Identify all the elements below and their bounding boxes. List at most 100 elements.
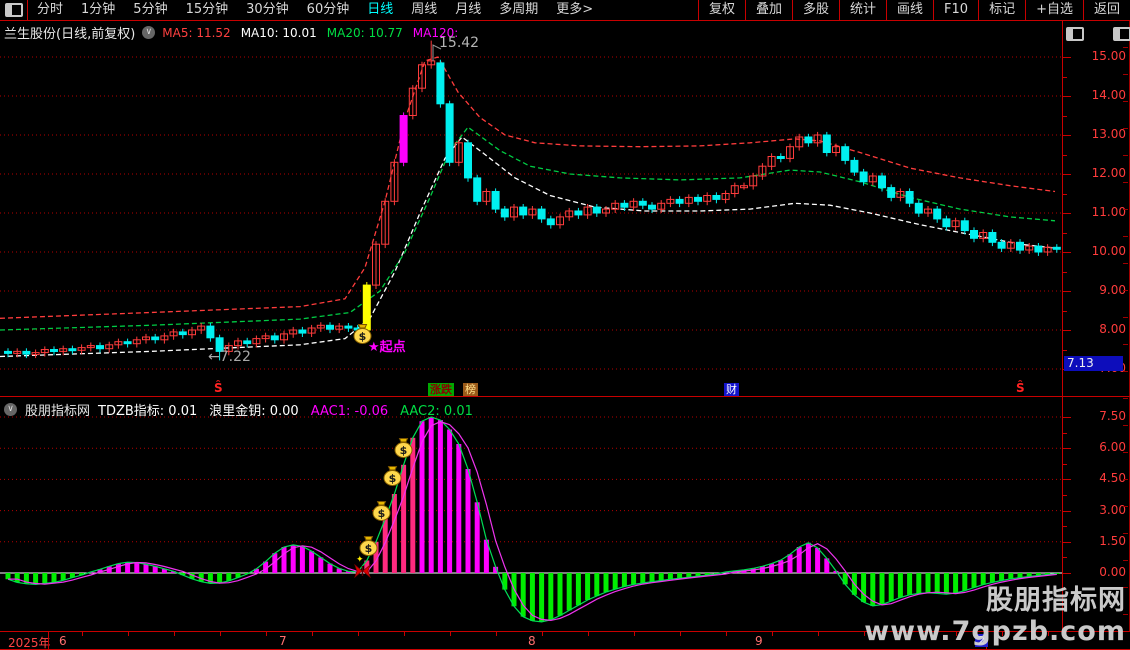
axis-tick [1063,135,1071,136]
trading-app-window: 分时1分钟5分钟15分钟30分钟60分钟日线周线月线多周期更多> 复权叠加多股统… [0,0,1130,650]
month-label: 7 [279,634,287,648]
tool-item-3[interactable]: 统计 [839,0,886,20]
watermark-line1: 股朋指标网 [864,585,1126,616]
period-item-8[interactable]: 月线 [446,0,490,20]
tool-menu: 复权叠加多股统计画线F10标记+自选返回 [698,0,1130,20]
axis-tick [1063,448,1071,449]
axis-tick [1063,57,1071,58]
period-menu: 分时1分钟5分钟15分钟30分钟60分钟日线周线月线多周期更多> [28,0,602,20]
axis-tick [1063,542,1071,543]
tool-item-1[interactable]: 叠加 [745,0,792,20]
peak-price-label: 15.42 [439,35,479,51]
year-label: 2025年 [8,634,51,650]
axis-tick [1063,557,1067,558]
split-window-icon [5,3,23,17]
tool-item-5[interactable]: F10 [933,0,978,20]
current-price-badge: 7.13 [1064,356,1123,371]
period-item-0[interactable]: 分时 [28,0,72,20]
axis-tick [1063,213,1071,214]
split-window-icon[interactable] [1066,27,1084,41]
period-item-6[interactable]: 日线 [358,0,402,20]
axis-divider [48,632,49,649]
time-tick [542,632,543,636]
right-scrollbar[interactable] [1123,21,1128,631]
indicator-header: ∨ 股朋指标网 TDZB指标: 0.01浪里金钥: 0.00AAC1: -0.0… [4,400,485,419]
time-tick [726,632,727,636]
indicator-tick-label: 7.50 [1099,409,1126,423]
price-tick-label: 11.00 [1092,205,1126,219]
axis-tick [1063,511,1071,512]
main-chart-panel[interactable]: 兰生股份(日线,前复权) ∨ MA5: 11.52MA10: 10.01MA20… [0,21,1130,396]
bang-badge[interactable]: 榜 [463,383,478,396]
axis-tick [1063,311,1067,312]
time-tick [82,632,83,636]
watermark: 股朋指标网 www.7gpzb.com [864,585,1126,647]
tool-item-4[interactable]: 画线 [886,0,933,20]
svg-text:$: $ [389,472,397,485]
axis-tick [1063,194,1067,195]
tool-item-8[interactable]: 返回 [1083,0,1130,20]
tool-item-7[interactable]: +自选 [1025,0,1083,20]
chart-title-row: 兰生股份(日线,前复权) ∨ MA5: 11.52MA10: 10.01MA20… [4,23,468,42]
svg-text:$: $ [378,507,386,520]
period-item-1[interactable]: 1分钟 [72,0,124,20]
axis-tick [1063,417,1071,418]
time-tick [772,632,773,636]
candlestick-canvas[interactable] [0,21,1062,396]
time-tick [634,632,635,636]
period-item-3[interactable]: 15分钟 [177,0,238,20]
period-item-5[interactable]: 60分钟 [298,0,359,20]
ma-label-1: MA10: 10.01 [241,26,317,40]
chevron-down-icon[interactable]: ∨ [142,26,155,39]
signal-s-icon[interactable]: Ŝ [1016,381,1025,395]
low-price-label: ←7.22 [208,349,251,365]
zhangdie-badge[interactable]: 涨跌 [428,383,454,396]
ma-label-2: MA20: 10.77 [327,26,403,40]
month-label: 9 [755,634,763,648]
signal-s-icon[interactable]: Ŝ [214,381,223,395]
axis-tick [1063,252,1071,253]
axis-tick [1063,233,1067,234]
tool-item-6[interactable]: 标记 [978,0,1025,20]
month-label: 6 [59,634,67,648]
time-tick [312,632,313,636]
axis-tick [1063,350,1067,351]
period-item-9[interactable]: 多周期 [490,0,547,20]
time-tick [358,632,359,636]
tool-item-0[interactable]: 复权 [698,0,745,20]
indicator-tick-label: 6.00 [1099,440,1126,454]
watermark-line2: www.7gpzb.com [864,616,1126,647]
top-menu-bar: 分时1分钟5分钟15分钟30分钟60分钟日线周线月线多周期更多> 复权叠加多股统… [0,0,1130,21]
indicator-tick-label: 4.50 [1099,471,1126,485]
price-tick-label: 14.00 [1092,88,1126,102]
axis-tick [1063,77,1067,78]
indicator-tick-label: 3.00 [1099,503,1126,517]
indicator-source[interactable]: 股朋指标网 [25,400,90,419]
price-axis: 7.13 15.0014.0013.0012.0011.0010.009.008… [1062,21,1130,396]
chevron-down-icon[interactable]: ∨ [4,403,17,416]
indicator-tick-label: 0.00 [1099,565,1126,579]
cai-badge[interactable]: 财 [724,383,739,396]
month-label: 8 [528,634,536,648]
indicator-item-2: AAC1: -0.06 [311,404,388,419]
price-tick-label: 13.00 [1092,127,1126,141]
indicator-tick-label: 1.50 [1099,534,1126,548]
price-tick-label: 12.00 [1092,166,1126,180]
price-tick-label: 8.00 [1099,322,1126,336]
tool-item-2[interactable]: 多股 [792,0,839,20]
ma-values: MA5: 11.52MA10: 10.01MA20: 10.77MA120: [162,26,468,40]
time-tick [588,632,589,636]
stock-title[interactable]: 兰生股份(日线,前复权) [4,23,135,42]
panel-layout-button[interactable] [0,0,28,20]
period-item-2[interactable]: 5分钟 [124,0,176,20]
indicator-item-3: AAC2: 0.01 [400,404,473,419]
period-item-7[interactable]: 周线 [402,0,446,20]
period-item-10[interactable]: 更多> [547,0,602,20]
axis-tick [1063,495,1067,496]
indicator-values: TDZB指标: 0.01浪里金钥: 0.00AAC1: -0.06AAC2: 0… [98,400,485,419]
axis-tick [1063,479,1071,480]
time-tick [496,632,497,636]
axis-tick [1063,96,1071,97]
price-tick-label: 9.00 [1099,283,1126,297]
period-item-4[interactable]: 30分钟 [237,0,298,20]
